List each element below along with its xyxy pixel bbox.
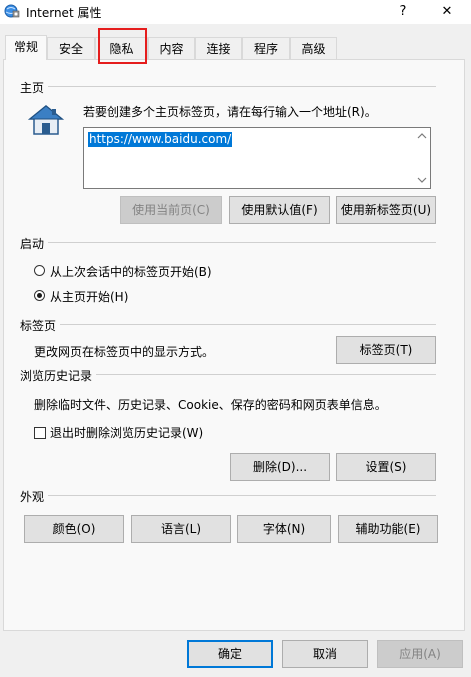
colors-button[interactable]: 颜色(O) [24, 515, 124, 543]
section-divider [60, 324, 436, 325]
tab-general[interactable]: 常规 [5, 35, 47, 60]
tab-security[interactable]: 安全 [47, 37, 95, 59]
delete-on-exit-label: 退出时删除浏览历史记录(W) [50, 426, 204, 440]
radio-last-session[interactable] [34, 265, 45, 276]
accessibility-button[interactable]: 辅助功能(E) [338, 515, 438, 543]
tabs-description: 更改网页在标签页中的显示方式。 [34, 345, 215, 359]
section-divider [48, 242, 436, 243]
section-divider [48, 495, 436, 496]
home-icon [27, 104, 65, 136]
tab-programs[interactable]: 程序 [242, 37, 290, 59]
section-title-home: 主页 [20, 81, 45, 95]
home-url-textarea[interactable]: https://www.baidu.com/ [83, 127, 431, 189]
fonts-button[interactable]: 字体(N) [237, 515, 331, 543]
title-bar: Internet 属性 ? ✕ [0, 0, 471, 24]
radio-home-page-label: 从主页开始(H) [50, 290, 129, 304]
delete-on-exit-checkbox[interactable] [34, 427, 46, 439]
tab-content[interactable]: 内容 [148, 37, 195, 59]
languages-button[interactable]: 语言(L) [131, 515, 231, 543]
textarea-scrollbar[interactable] [414, 128, 430, 188]
use-default-button[interactable]: 使用默认值(F) [229, 196, 330, 224]
internet-options-icon [4, 3, 20, 19]
delete-history-button[interactable]: 删除(D)... [230, 453, 330, 481]
history-description: 删除临时文件、历史记录、Cookie、保存的密码和网页表单信息。 [34, 398, 387, 412]
tab-advanced[interactable]: 高级 [290, 37, 337, 59]
section-title-startup: 启动 [20, 237, 45, 251]
use-current-button[interactable]: 使用当前页(C) [120, 196, 222, 224]
section-divider [96, 374, 436, 375]
section-title-history: 浏览历史记录 [20, 369, 93, 383]
history-settings-button[interactable]: 设置(S) [336, 453, 436, 481]
section-divider [48, 86, 436, 87]
tab-connections[interactable]: 连接 [195, 37, 242, 59]
radio-home-page[interactable] [34, 290, 45, 301]
privacy-tab-highlight [98, 28, 147, 64]
close-button[interactable]: ✕ [428, 0, 466, 24]
radio-last-session-label: 从上次会话中的标签页开始(B) [50, 265, 212, 279]
home-instruction: 若要创建多个主页标签页，请在每行输入一个地址(R)。 [83, 105, 377, 119]
section-title-appearance: 外观 [20, 490, 45, 504]
window-title: Internet 属性 [26, 6, 102, 20]
help-button[interactable]: ? [384, 0, 422, 24]
use-new-tab-button[interactable]: 使用新标签页(U) [336, 196, 436, 224]
cancel-button[interactable]: 取消 [282, 640, 368, 668]
tabs-settings-button[interactable]: 标签页(T) [336, 336, 436, 364]
ok-button[interactable]: 确定 [187, 640, 273, 668]
apply-button[interactable]: 应用(A) [377, 640, 463, 668]
section-title-tabs: 标签页 [20, 319, 57, 333]
home-url-value: https://www.baidu.com/ [88, 132, 233, 147]
